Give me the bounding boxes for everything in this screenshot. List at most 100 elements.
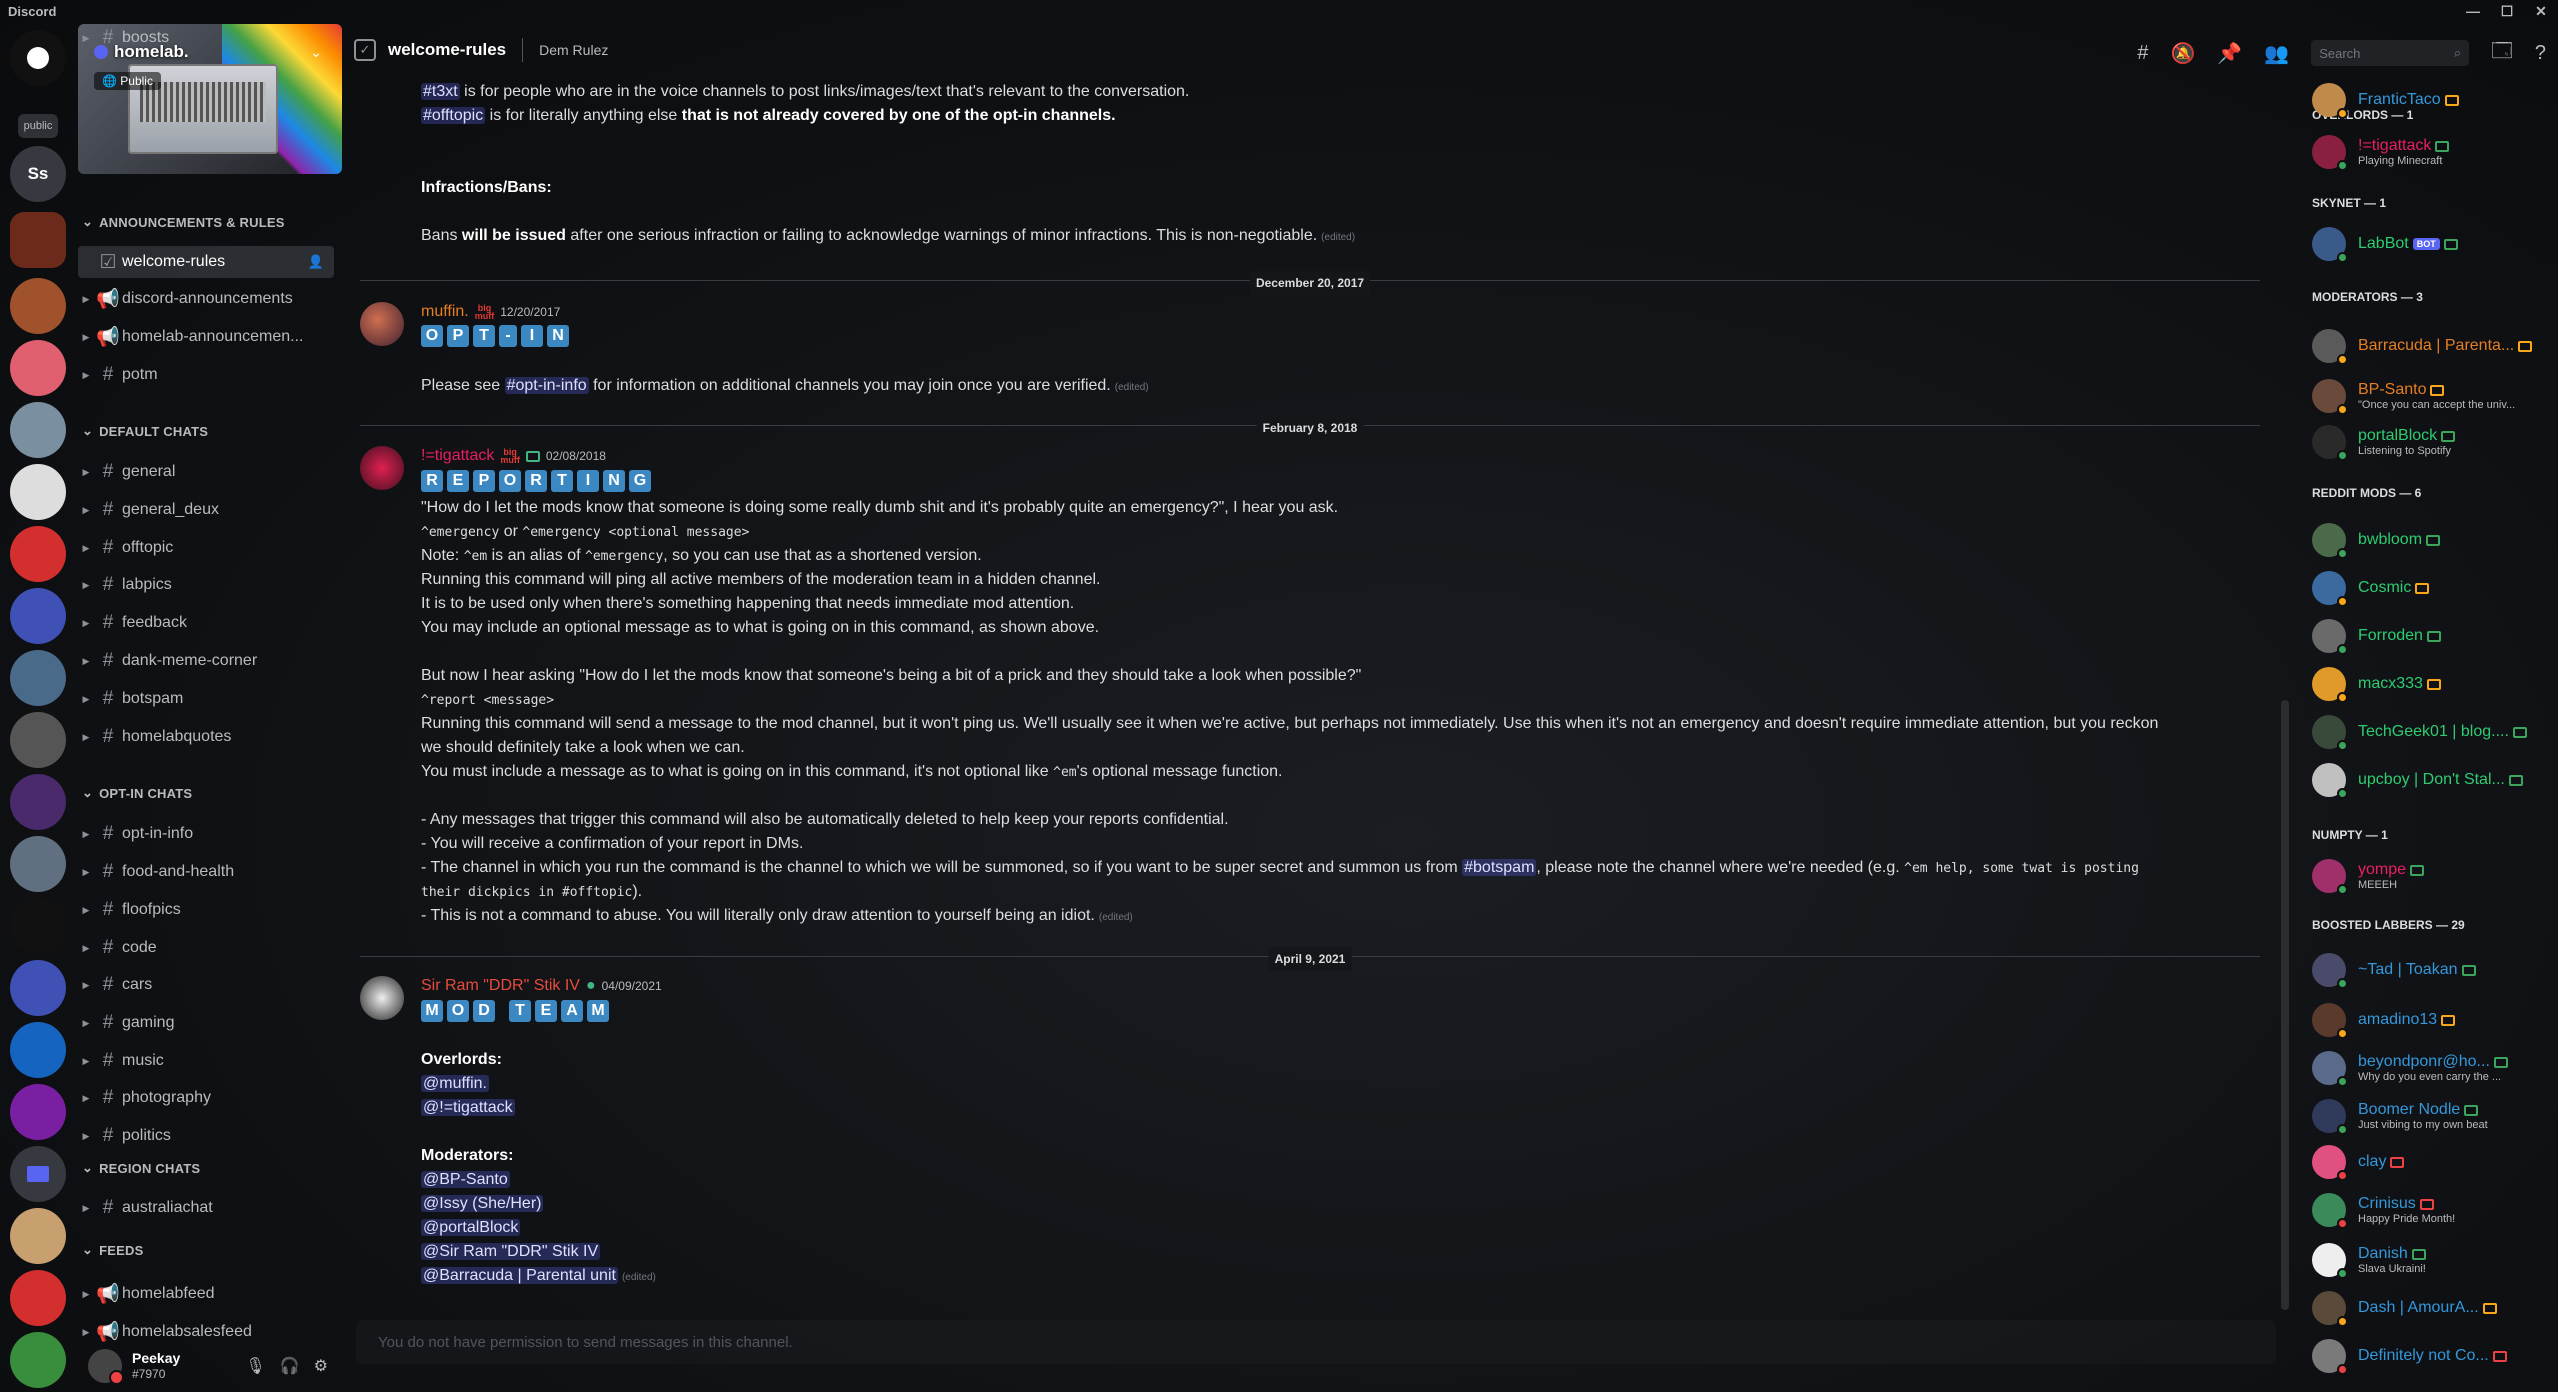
author-name[interactable]: Sir Ram "DDR" Stik IV — [421, 974, 580, 998]
category-announcements-rules[interactable]: ⌄ ANNOUNCEMENTS & RULES — [82, 214, 285, 230]
server-icon-9[interactable] — [10, 712, 66, 768]
server-icon-homelab[interactable] — [10, 212, 66, 268]
channel-code[interactable]: ▶ # code — [78, 932, 334, 964]
server-icon-3[interactable] — [10, 340, 66, 396]
inbox-icon[interactable]: 🗔 — [2491, 36, 2513, 70]
channel-opt-in-info[interactable]: ▶ # opt-in-info — [78, 818, 334, 850]
minimize-button[interactable]: — — [2456, 0, 2490, 22]
author-avatar[interactable] — [360, 446, 404, 490]
member-item[interactable]: macx333 — [2312, 662, 2552, 706]
member-item[interactable]: Forroden — [2312, 614, 2552, 658]
channel-welcome-rules[interactable]: ☑ welcome-rules 👤 — [78, 246, 334, 278]
author-name[interactable]: muffin. — [421, 300, 469, 324]
maximize-button[interactable]: ☐ — [2490, 0, 2524, 22]
headphones-icon[interactable]: 🎧 — [280, 1356, 300, 1376]
server-icon-6[interactable] — [10, 526, 66, 582]
member-item[interactable]: amadino13 — [2312, 998, 2552, 1042]
pin-icon[interactable]: 📌 — [2217, 41, 2242, 66]
member-item[interactable]: upcboy | Don't Stal... — [2312, 758, 2552, 802]
channel-politics[interactable]: ▶ # politics — [78, 1120, 334, 1152]
channel-music[interactable]: ▶ # music — [78, 1045, 334, 1077]
member-item[interactable]: FranticTaco — [2312, 78, 2552, 122]
author-avatar[interactable] — [360, 302, 404, 346]
channel-feedback[interactable]: ▶ # feedback — [78, 607, 334, 639]
channel-discord-announcements[interactable]: ▶ 📢 discord-announcements — [78, 283, 334, 315]
channel-boosts[interactable]: ▶ # boosts — [78, 22, 334, 54]
channel-general-deux[interactable]: ▶ # general_deux — [78, 494, 334, 526]
server-icon-2[interactable] — [10, 278, 66, 334]
member-item[interactable]: LabBot BOT — [2312, 222, 2552, 266]
settings-gear-icon[interactable]: ⚙ — [314, 1356, 328, 1376]
user-mention[interactable]: @BP-Santo — [421, 1171, 510, 1188]
microphone-icon[interactable]: 🎙 — [245, 1356, 265, 1376]
server-icon-10[interactable] — [10, 774, 66, 830]
channel-mention[interactable]: #t3xt — [421, 83, 460, 100]
user-mention[interactable]: @muffin. — [421, 1075, 489, 1092]
folder-icon[interactable] — [10, 1146, 66, 1202]
server-icon-ss[interactable]: Ss — [10, 146, 66, 202]
channel-cars[interactable]: ▶ # cars — [78, 969, 334, 1001]
category-feeds[interactable]: ⌄ FEEDS — [82, 1242, 143, 1258]
search-input[interactable]: Search ⌕ — [2311, 40, 2470, 66]
help-icon[interactable]: ? — [2535, 42, 2546, 65]
member-item[interactable]: Danish Slava Ukraini! — [2312, 1238, 2552, 1282]
channel-homelabfeed[interactable]: ▶ 📢 homelabfeed — [78, 1278, 334, 1310]
category-default-chats[interactable]: ⌄ DEFAULT CHATS — [82, 423, 208, 439]
channel-dank-meme-corner[interactable]: ▶ # dank-meme-corner — [78, 645, 334, 677]
server-icon-16[interactable] — [10, 1208, 66, 1264]
server-icon-14[interactable] — [10, 1022, 66, 1078]
user-mention[interactable]: @Barracuda | Parental unit — [421, 1267, 618, 1284]
channel-food-and-health[interactable]: ▶ # food-and-health — [78, 856, 334, 888]
member-item[interactable]: Cosmic — [2312, 566, 2552, 610]
member-item[interactable]: TechGeek01 | blog.... — [2312, 710, 2552, 754]
message-composer[interactable]: You do not have permission to send messa… — [356, 1320, 2276, 1364]
channel-topic[interactable]: Dem Rulez — [539, 42, 608, 58]
category-region-chats[interactable]: ⌄ REGION CHATS — [82, 1160, 200, 1176]
channel-photography[interactable]: ▶ # photography — [78, 1082, 334, 1114]
server-icon-15[interactable] — [10, 1084, 66, 1140]
channel-potm[interactable]: ▶ # potm — [78, 359, 334, 391]
server-icon-8[interactable] — [10, 650, 66, 706]
channel-floofpics[interactable]: ▶ # floofpics — [78, 894, 334, 926]
author-avatar[interactable] — [360, 976, 404, 1020]
user-mention[interactable]: @portalBlock — [421, 1219, 521, 1236]
member-item[interactable]: ~Tad | Toakan — [2312, 948, 2552, 992]
channel-labpics[interactable]: ▶ # labpics — [78, 569, 334, 601]
author-name[interactable]: !=tigattack — [421, 444, 494, 468]
member-item[interactable]: BP-Santo "Once you can accept the univ... — [2312, 374, 2552, 418]
member-item[interactable]: Dash | AmourA... — [2312, 1286, 2552, 1330]
server-icon-17[interactable] — [10, 1270, 66, 1326]
server-icon-18[interactable] — [10, 1332, 66, 1388]
server-icon-4[interactable] — [10, 402, 66, 458]
channel-australiachat[interactable]: ▶ # australiachat — [78, 1192, 334, 1224]
channel-botspam[interactable]: ▶ # botspam — [78, 683, 334, 715]
member-item[interactable]: Barracuda | Parenta... — [2312, 324, 2552, 368]
member-item[interactable]: portalBlock Listening to Spotify — [2312, 420, 2552, 464]
server-icon-11[interactable] — [10, 836, 66, 892]
member-item[interactable]: beyondponr@ho... Why do you even carry th… — [2312, 1046, 2552, 1090]
channel-general[interactable]: ▶ # general — [78, 456, 334, 488]
user-mention[interactable]: @Sir Ram "DDR" Stik IV — [421, 1243, 601, 1260]
server-icon-7[interactable] — [10, 588, 66, 644]
member-item[interactable]: Crinisus Happy Pride Month! — [2312, 1188, 2552, 1232]
server-icon-5[interactable] — [10, 464, 66, 520]
member-list-icon[interactable]: 👥 — [2264, 41, 2289, 66]
notification-bell-muted-icon[interactable]: 🔕 — [2170, 41, 2195, 66]
user-mention[interactable]: @Issy (She/Her) — [421, 1195, 544, 1212]
user-mention[interactable]: @!=tigattack — [421, 1099, 515, 1116]
channel-gaming[interactable]: ▶ # gaming — [78, 1007, 334, 1039]
home-icon[interactable] — [10, 30, 66, 86]
threads-icon[interactable]: # — [2137, 42, 2148, 65]
category-opt-in-chats[interactable]: ⌄ OPT-IN CHATS — [82, 785, 192, 801]
channel-mention[interactable]: #botspam — [1462, 859, 1537, 876]
server-icon-12[interactable] — [10, 898, 66, 954]
member-item[interactable]: clay — [2312, 1140, 2552, 1184]
member-item[interactable]: Definitely not Co... — [2312, 1334, 2552, 1378]
channel-homelab-announcemen[interactable]: ▶ 📢 homelab-announcemen... — [78, 321, 334, 353]
member-item[interactable]: Boomer Nodle Just vibing to my own beat — [2312, 1094, 2552, 1138]
channel-mention[interactable]: #opt-in-info — [504, 377, 589, 394]
channel-offtopic[interactable]: ▶ # offtopic — [78, 532, 334, 564]
member-item[interactable]: yompe MEEEH — [2312, 854, 2552, 898]
server-icon-13[interactable] — [10, 960, 66, 1016]
user-avatar[interactable] — [88, 1349, 124, 1385]
